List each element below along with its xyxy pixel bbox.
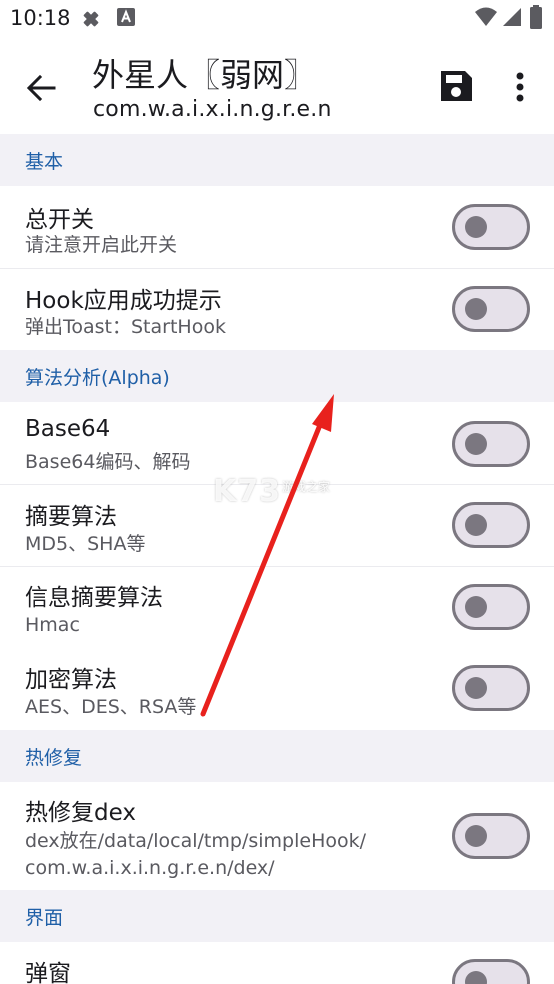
more-options-icon[interactable]	[506, 68, 534, 108]
pref-title: 信息摘要算法	[25, 585, 163, 611]
toggle-switch[interactable]	[452, 502, 530, 548]
section-header-ui: 界面	[0, 890, 554, 942]
pref-title: Base64	[25, 416, 111, 442]
section-title: 界面	[25, 907, 64, 929]
pref-title: 摘要算法	[25, 504, 117, 530]
app-notification-icon	[117, 8, 135, 26]
section-header-basic: 基本	[0, 134, 554, 186]
pref-subtitle-line2: com.w.a.i.x.i.n.g.r.e.n/dex/	[25, 857, 275, 879]
page-title: 外星人〖弱网〗	[92, 56, 317, 94]
watermark-logo: K73	[213, 474, 281, 509]
pref-subtitle: 请注意开启此开关	[25, 234, 178, 256]
switch-knob	[465, 298, 487, 320]
pref-subtitle: Base64编码、解码	[25, 451, 191, 473]
toggle-switch[interactable]	[452, 959, 530, 984]
no-sim-icon	[83, 11, 99, 27]
pref-subtitle: Hmac	[25, 614, 80, 636]
switch-knob	[465, 971, 487, 984]
switch-knob	[465, 433, 487, 455]
section-header-algorithm: 算法分析(Alpha)	[0, 350, 554, 402]
pref-subtitle: AES、DES、RSA等	[25, 696, 197, 718]
switch-knob	[465, 514, 487, 536]
watermark-tagline: 游戏之家	[282, 480, 331, 494]
toggle-switch[interactable]	[452, 665, 530, 711]
toggle-switch[interactable]	[452, 813, 530, 859]
pref-subtitle: 弹出Toast：StartHook	[25, 316, 226, 338]
toggle-switch[interactable]	[452, 421, 530, 467]
status-bar: 10:18	[0, 0, 554, 38]
pref-base64[interactable]: Base64 Base64编码、解码	[0, 402, 554, 483]
pref-subtitle-line1: dex放在/data/local/tmp/simpleHook/	[25, 830, 367, 852]
pref-hook-success-toast[interactable]: Hook应用成功提示 弹出Toast：StartHook	[0, 269, 554, 350]
pref-master-switch[interactable]: 总开关 请注意开启此开关	[0, 186, 554, 268]
battery-icon	[530, 5, 542, 29]
pref-encryption-algorithm[interactable]: 加密算法 AES、DES、RSA等	[0, 648, 554, 730]
switch-knob	[465, 825, 487, 847]
toggle-switch[interactable]	[452, 584, 530, 630]
signal-icon	[503, 8, 521, 26]
section-title: 基本	[25, 151, 64, 173]
section-title: 算法分析(Alpha)	[25, 367, 170, 389]
package-name: com.w.a.i.x.i.n.g.r.e.n	[93, 97, 332, 122]
pref-hotfix-dex[interactable]: 热修复dex dex放在/data/local/tmp/simpleHook/ …	[0, 782, 554, 890]
pref-subtitle: MD5、SHA等	[25, 533, 146, 555]
toggle-switch[interactable]	[452, 286, 530, 332]
pref-popup[interactable]: 弹窗	[0, 942, 554, 984]
switch-knob	[465, 596, 487, 618]
wifi-icon	[475, 7, 497, 26]
pref-title: 热修复dex	[25, 800, 136, 826]
app-bar: 外星人〖弱网〗 com.w.a.i.x.i.n.g.r.e.n	[0, 38, 554, 134]
pref-title: 弹窗	[25, 961, 71, 984]
pref-message-digest[interactable]: 信息摘要算法 Hmac	[0, 567, 554, 648]
section-header-hotfix: 热修复	[0, 730, 554, 782]
save-icon[interactable]	[436, 66, 476, 106]
status-time: 10:18	[10, 6, 71, 30]
pref-title: 加密算法	[25, 667, 117, 693]
section-title: 热修复	[25, 747, 83, 769]
switch-knob	[465, 216, 487, 238]
pref-title: 总开关	[25, 207, 94, 233]
pref-title: Hook应用成功提示	[25, 288, 222, 314]
back-arrow-icon[interactable]	[20, 66, 64, 110]
toggle-switch[interactable]	[452, 204, 530, 250]
switch-knob	[465, 677, 487, 699]
